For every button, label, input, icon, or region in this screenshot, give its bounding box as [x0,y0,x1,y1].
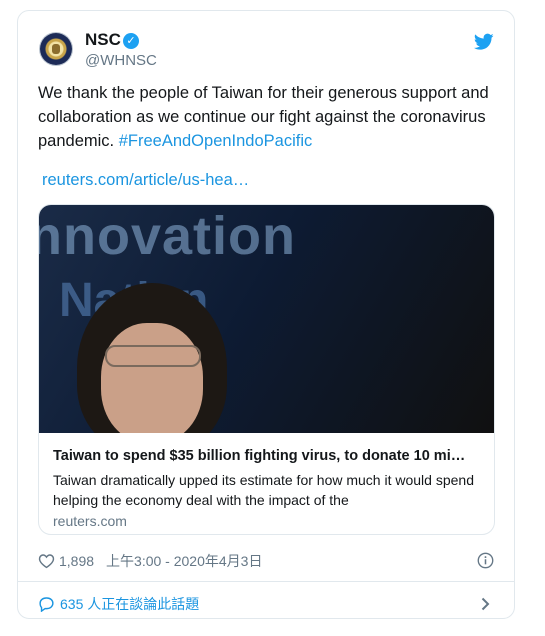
conversation-link[interactable]: 635 人正在談論此話題 [38,594,199,614]
embedded-tweet-card: NSC ✓ @WHNSC We thank the people of Taiw… [17,10,515,619]
hashtag-link[interactable]: #FreeAndOpenIndoPacific [119,132,313,150]
link-preview-card[interactable]: nnovation Nation Taiwan to spend $35 bil… [38,204,495,535]
tweet-text: We thank the people of Taiwan for their … [38,81,498,153]
conversation-label[interactable]: 635 人正在談論此話題 [60,594,199,614]
heart-icon[interactable] [38,553,55,569]
preview-title: Taiwan to spend $35 billion fighting vir… [53,448,466,464]
divider [18,581,514,582]
twitter-bird-icon[interactable] [474,33,494,51]
image-background-text-1: nnovation [39,206,296,266]
tweet-timestamp[interactable]: 上午3:00 - 2020年4月3日 [106,551,262,571]
person-face [101,323,203,433]
preview-description: Taiwan dramatically upped its estimate f… [53,472,474,508]
info-icon[interactable] [477,552,494,569]
verified-badge-icon: ✓ [123,33,139,49]
tweet-meta: 1,898 上午3:00 - 2020年4月3日 [38,551,262,571]
account-handle[interactable]: @WHNSC [85,52,157,69]
seal-avatar-icon[interactable] [40,33,72,65]
preview-domain: reuters.com [53,513,127,529]
person-glasses [105,345,201,367]
like-count[interactable]: 1,898 [59,553,94,569]
chevron-right-icon[interactable] [481,597,490,611]
article-link[interactable]: reuters.com/article/us-hea… [42,171,249,190]
preview-image: nnovation Nation [39,205,494,433]
account-name[interactable]: NSC [85,30,121,50]
preview-text-block: Taiwan to spend $35 billion fighting vir… [39,433,494,529]
speech-bubble-icon [39,597,54,612]
